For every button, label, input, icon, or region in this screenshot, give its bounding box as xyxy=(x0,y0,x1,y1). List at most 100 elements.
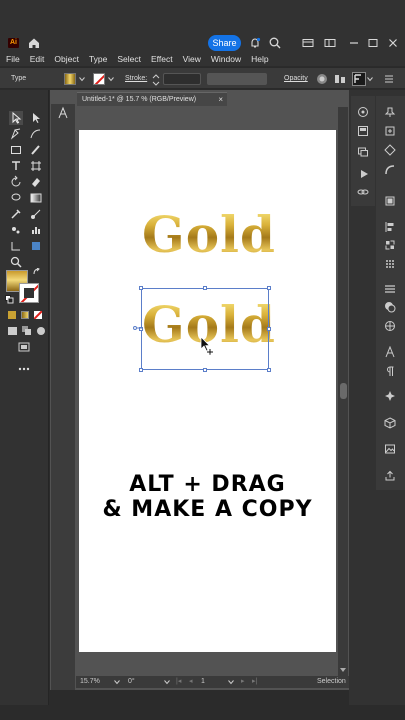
resize-handle[interactable] xyxy=(203,368,207,372)
variable-width-field[interactable] xyxy=(207,73,267,85)
home-icon[interactable] xyxy=(27,36,41,50)
stroke-swatch[interactable] xyxy=(93,73,105,85)
last-artboard-icon[interactable]: ▸| xyxy=(252,676,257,688)
export-icon[interactable] xyxy=(384,470,396,482)
character-panel-icon[interactable] xyxy=(56,106,70,120)
stroke-label[interactable]: Stroke: xyxy=(125,75,147,82)
none-mode-button[interactable] xyxy=(34,311,42,319)
gradient-panel-icon[interactable] xyxy=(384,320,396,332)
chevron-down-icon[interactable] xyxy=(367,76,373,82)
first-artboard-icon[interactable]: |◂ xyxy=(176,676,181,688)
menu-help[interactable]: Help xyxy=(251,54,268,64)
gradient-mode-button[interactable] xyxy=(21,311,29,319)
slice-tool-icon[interactable] xyxy=(9,239,23,253)
pin-icon[interactable] xyxy=(384,106,396,118)
recolor-icon[interactable] xyxy=(316,73,328,85)
zoom-level[interactable]: 15.7% xyxy=(80,676,100,688)
prev-artboard-icon[interactable]: ◂ xyxy=(189,676,193,688)
libraries-icon[interactable] xyxy=(357,106,369,118)
image-trace-icon[interactable] xyxy=(384,443,396,455)
menu-effect[interactable]: Effect xyxy=(151,54,173,64)
workspace-icon[interactable] xyxy=(301,36,315,50)
search-icon[interactable] xyxy=(268,36,282,50)
3d-materials-icon[interactable] xyxy=(384,417,396,429)
maximize-icon[interactable] xyxy=(366,36,380,50)
eraser-tool-icon[interactable] xyxy=(29,175,43,189)
stroke-stepper[interactable] xyxy=(152,73,160,86)
color-guide-icon[interactable] xyxy=(384,144,396,156)
actions-play-icon[interactable] xyxy=(358,168,370,180)
swatches-icon[interactable] xyxy=(384,164,396,176)
paintbrush-tool-icon[interactable] xyxy=(29,143,43,157)
pen-tool-icon[interactable] xyxy=(9,127,23,141)
lasso-tool-icon[interactable] xyxy=(9,191,23,205)
menu-file[interactable]: File xyxy=(6,54,20,64)
menu-type[interactable]: Type xyxy=(89,54,107,64)
minimize-icon[interactable] xyxy=(347,36,361,50)
stroke-weight-field[interactable] xyxy=(163,73,201,85)
transform-panel-icon[interactable] xyxy=(384,239,396,251)
direct-selection-tool-icon[interactable] xyxy=(29,111,43,125)
swap-colors-icon[interactable] xyxy=(33,268,42,277)
chevron-down-icon[interactable] xyxy=(79,76,85,82)
gold-text-original[interactable]: Gold xyxy=(142,210,276,260)
scroll-down-icon[interactable] xyxy=(339,666,347,674)
character-icon[interactable] xyxy=(384,346,396,358)
share-button[interactable]: Share xyxy=(208,35,241,51)
chevron-down-icon[interactable] xyxy=(114,679,120,685)
eyedropper-tool-icon[interactable] xyxy=(9,207,23,221)
rectangle-tool-icon[interactable] xyxy=(9,143,23,157)
more-tools-icon[interactable] xyxy=(17,362,31,376)
chevron-down-icon[interactable] xyxy=(108,76,114,82)
stroke-panel-icon[interactable] xyxy=(384,283,396,295)
align-panel-icon[interactable] xyxy=(384,195,396,207)
symbols-icon[interactable] xyxy=(384,390,396,402)
column-graph-tool-icon[interactable] xyxy=(29,223,43,237)
menu-view[interactable]: View xyxy=(183,54,201,64)
panel-menu-icon[interactable] xyxy=(384,74,394,84)
selection-tool-icon[interactable] xyxy=(9,111,23,125)
menu-select[interactable]: Select xyxy=(117,54,141,64)
symbol-sprayer-tool-icon[interactable] xyxy=(9,223,23,237)
draw-behind-icon[interactable] xyxy=(20,324,34,338)
align-icon[interactable] xyxy=(334,73,346,85)
arrange-docs-icon[interactable] xyxy=(323,36,337,50)
paragraph-icon[interactable] xyxy=(384,365,396,377)
rotation-value[interactable]: 0° xyxy=(128,676,135,688)
live-paint-tool-icon[interactable] xyxy=(29,239,43,253)
close-tab-icon[interactable]: × xyxy=(218,93,223,107)
scrollbar-thumb[interactable] xyxy=(340,383,347,399)
menu-window[interactable]: Window xyxy=(211,54,241,64)
artboard-tool-icon[interactable] xyxy=(29,159,43,173)
blend-tool-icon[interactable] xyxy=(29,207,43,221)
opacity-label[interactable]: Opacity xyxy=(284,75,308,82)
menu-edit[interactable]: Edit xyxy=(30,54,45,64)
draw-normal-icon[interactable] xyxy=(6,324,20,338)
chevron-down-icon[interactable] xyxy=(164,679,170,685)
properties-icon[interactable] xyxy=(357,125,369,137)
screen-mode-icon[interactable] xyxy=(17,340,31,354)
color-mode-button[interactable] xyxy=(8,311,16,319)
rotate-tool-icon[interactable] xyxy=(9,175,23,189)
menu-object[interactable]: Object xyxy=(54,54,79,64)
stroke-color-swatch[interactable] xyxy=(19,283,39,303)
resize-handle[interactable] xyxy=(267,286,271,290)
zoom-tool-icon[interactable] xyxy=(9,255,23,269)
resize-handle[interactable] xyxy=(267,368,271,372)
document-tab[interactable]: Untitled-1* @ 15.7 % (RGB/Preview) × xyxy=(77,92,227,106)
resize-handle[interactable] xyxy=(267,327,271,331)
links-icon[interactable] xyxy=(357,186,369,198)
close-icon[interactable] xyxy=(386,36,400,50)
bell-icon[interactable] xyxy=(248,36,262,50)
next-artboard-icon[interactable]: ▸ xyxy=(241,676,245,688)
gradient-tool-icon[interactable] xyxy=(29,191,43,205)
artboard-number[interactable]: 1 xyxy=(201,676,205,688)
draw-inside-icon[interactable] xyxy=(34,324,48,338)
transform-icon[interactable] xyxy=(352,72,366,86)
curvature-tool-icon[interactable] xyxy=(29,127,43,141)
asset-export-icon[interactable] xyxy=(384,125,396,137)
distribute-icon[interactable] xyxy=(384,221,396,233)
fill-swatch[interactable] xyxy=(64,73,76,85)
layers-icon[interactable] xyxy=(357,146,369,158)
selection-bounding-box[interactable] xyxy=(141,288,269,370)
